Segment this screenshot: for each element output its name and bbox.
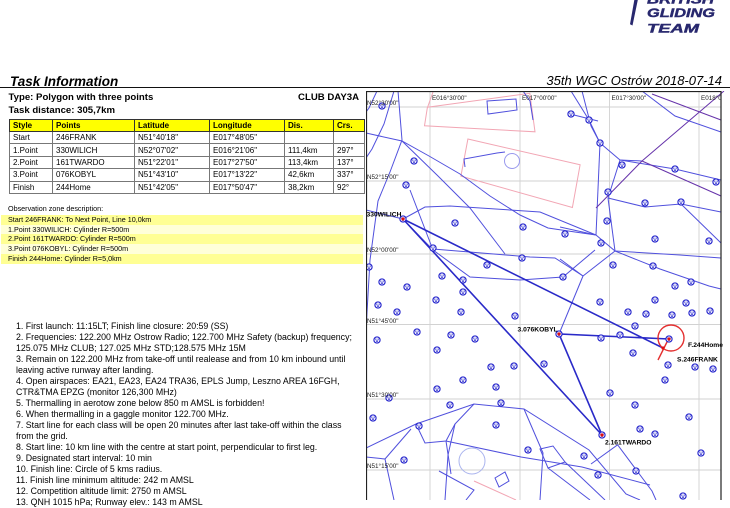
svg-text:N52°30'00": N52°30'00" xyxy=(367,99,399,107)
svg-text:E017°30'00": E017°30'00" xyxy=(612,94,647,102)
svg-text:330WILICH: 330WILICH xyxy=(367,212,402,219)
svg-text:N52°15'00": N52°15'00" xyxy=(367,173,399,181)
svg-text:N52°00'00": N52°00'00" xyxy=(367,246,399,254)
svg-text:F.244Home: F.244Home xyxy=(688,342,723,349)
svg-text:E017°00'00": E017°00'00" xyxy=(522,94,557,102)
svg-text:N51°15'00": N51°15'00" xyxy=(367,462,399,470)
svg-text:GLIDING: GLIDING xyxy=(647,6,715,20)
svg-text:E018°0: E018°0 xyxy=(701,94,722,102)
svg-text:N51°30'00": N51°30'00" xyxy=(367,391,399,399)
svg-text:TEAM: TEAM xyxy=(647,22,701,36)
svg-text:E016°30'00": E016°30'00" xyxy=(432,94,467,102)
svg-text:2.161TWARDO: 2.161TWARDO xyxy=(605,440,651,447)
svg-text:S.246FRANK: S.246FRANK xyxy=(677,357,718,364)
svg-text:N51°45'00": N51°45'00" xyxy=(367,317,399,325)
svg-text:3.076KOBYL: 3.076KOBYL xyxy=(518,327,558,334)
